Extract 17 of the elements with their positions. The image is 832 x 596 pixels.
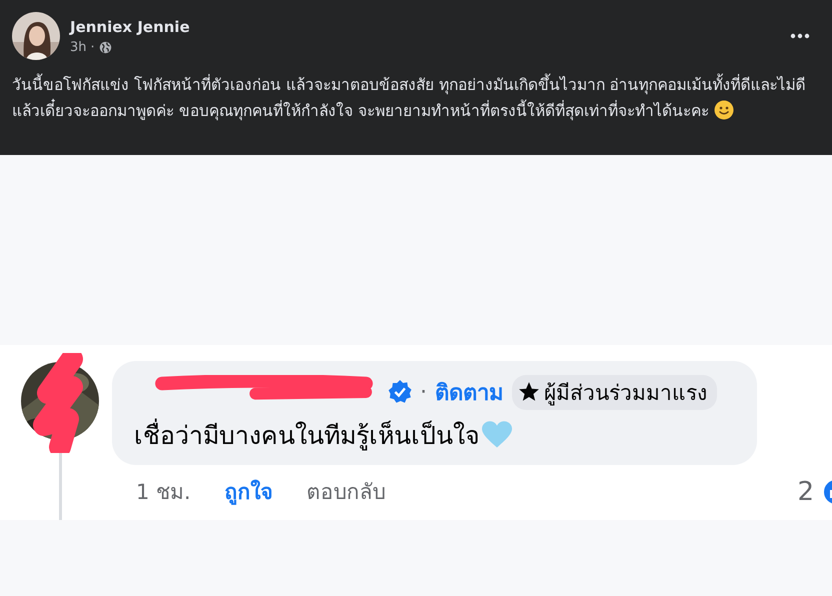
- reaction-count: 2: [797, 476, 814, 506]
- comment-time: 1 ชม.: [136, 479, 191, 506]
- like-link[interactable]: ถูกใจ: [224, 475, 273, 508]
- heart-emoji-icon: [482, 421, 512, 449]
- globe-icon: [98, 40, 112, 54]
- separator-dot: ·: [90, 40, 95, 54]
- follow-link[interactable]: ติดตาม: [435, 374, 504, 410]
- smile-emoji-icon: [714, 100, 734, 120]
- star-icon: [518, 381, 540, 403]
- comment-text: เชื่อว่ามีบางคนในทีมรู้เห็นเป็นใจ: [134, 415, 480, 455]
- more-options-icon[interactable]: [790, 33, 810, 39]
- badge-label: ผู้มีส่วนร่วมมาแรง: [544, 380, 707, 408]
- separator-dot: ·: [420, 380, 427, 404]
- post-text: วันนี้ขอโฟกัสแข่ง โฟกัสหน้าที่ตัวเองก่อน แล้วจะมาตอบข้อสงสัย ทุกอย่างมันเกิดขึ้นไวมาก อ่านทุกคอมเม้นทั้งที่ดีและไม่ดี แล้วเดี๋ยวจะออกมาพูดค่ะ ขอบคุณทุกคนที่ให้กำลังใจ จะพยายามทำหน้าที่ตรงนี้ให้ดีที่สุดเท่าที่จะทำได้นะคะ: [12, 72, 827, 124]
- post-time[interactable]: 3h: [70, 40, 87, 54]
- reply-link[interactable]: ตอบกลับ: [306, 475, 386, 508]
- author-name[interactable]: Jenniex Jennie: [70, 18, 780, 36]
